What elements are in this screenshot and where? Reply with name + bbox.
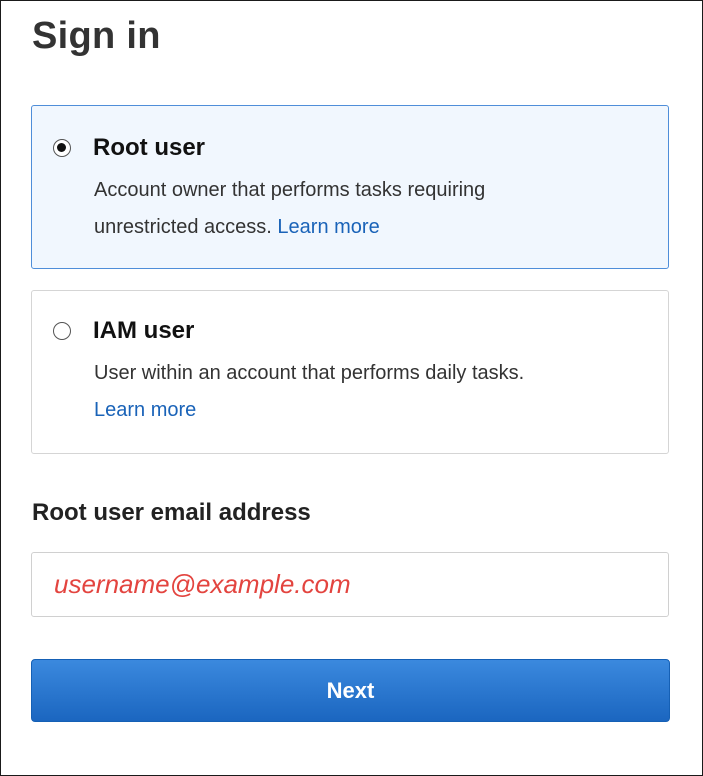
radio-selected-dot-icon <box>57 143 66 152</box>
iam-user-label: IAM user <box>93 317 195 344</box>
iam-user-description: User within an account that performs dai… <box>94 355 654 429</box>
iam-user-radio[interactable] <box>53 322 71 340</box>
iam-user-description-line1: User within an account that performs dai… <box>94 362 525 384</box>
root-user-radio[interactable] <box>53 139 71 157</box>
root-user-description-line2: unrestricted access. <box>94 216 272 238</box>
email-field[interactable] <box>31 552 669 617</box>
root-user-description: Account owner that performs tasks requir… <box>94 172 654 246</box>
root-user-description-line1: Account owner that performs tasks requir… <box>94 179 486 201</box>
email-field-label: Root user email address <box>32 499 311 526</box>
root-user-option[interactable]: Root user Account owner that performs ta… <box>31 105 669 269</box>
iam-user-option[interactable]: IAM user User within an account that per… <box>31 290 669 454</box>
next-button[interactable]: Next <box>31 659 670 722</box>
root-user-learn-more-link[interactable]: Learn more <box>277 216 379 238</box>
root-user-label: Root user <box>93 134 206 161</box>
iam-user-learn-more-link[interactable]: Learn more <box>94 399 196 421</box>
sign-in-panel: Sign in Root user Account owner that per… <box>0 0 703 776</box>
page-title: Sign in <box>32 15 161 57</box>
